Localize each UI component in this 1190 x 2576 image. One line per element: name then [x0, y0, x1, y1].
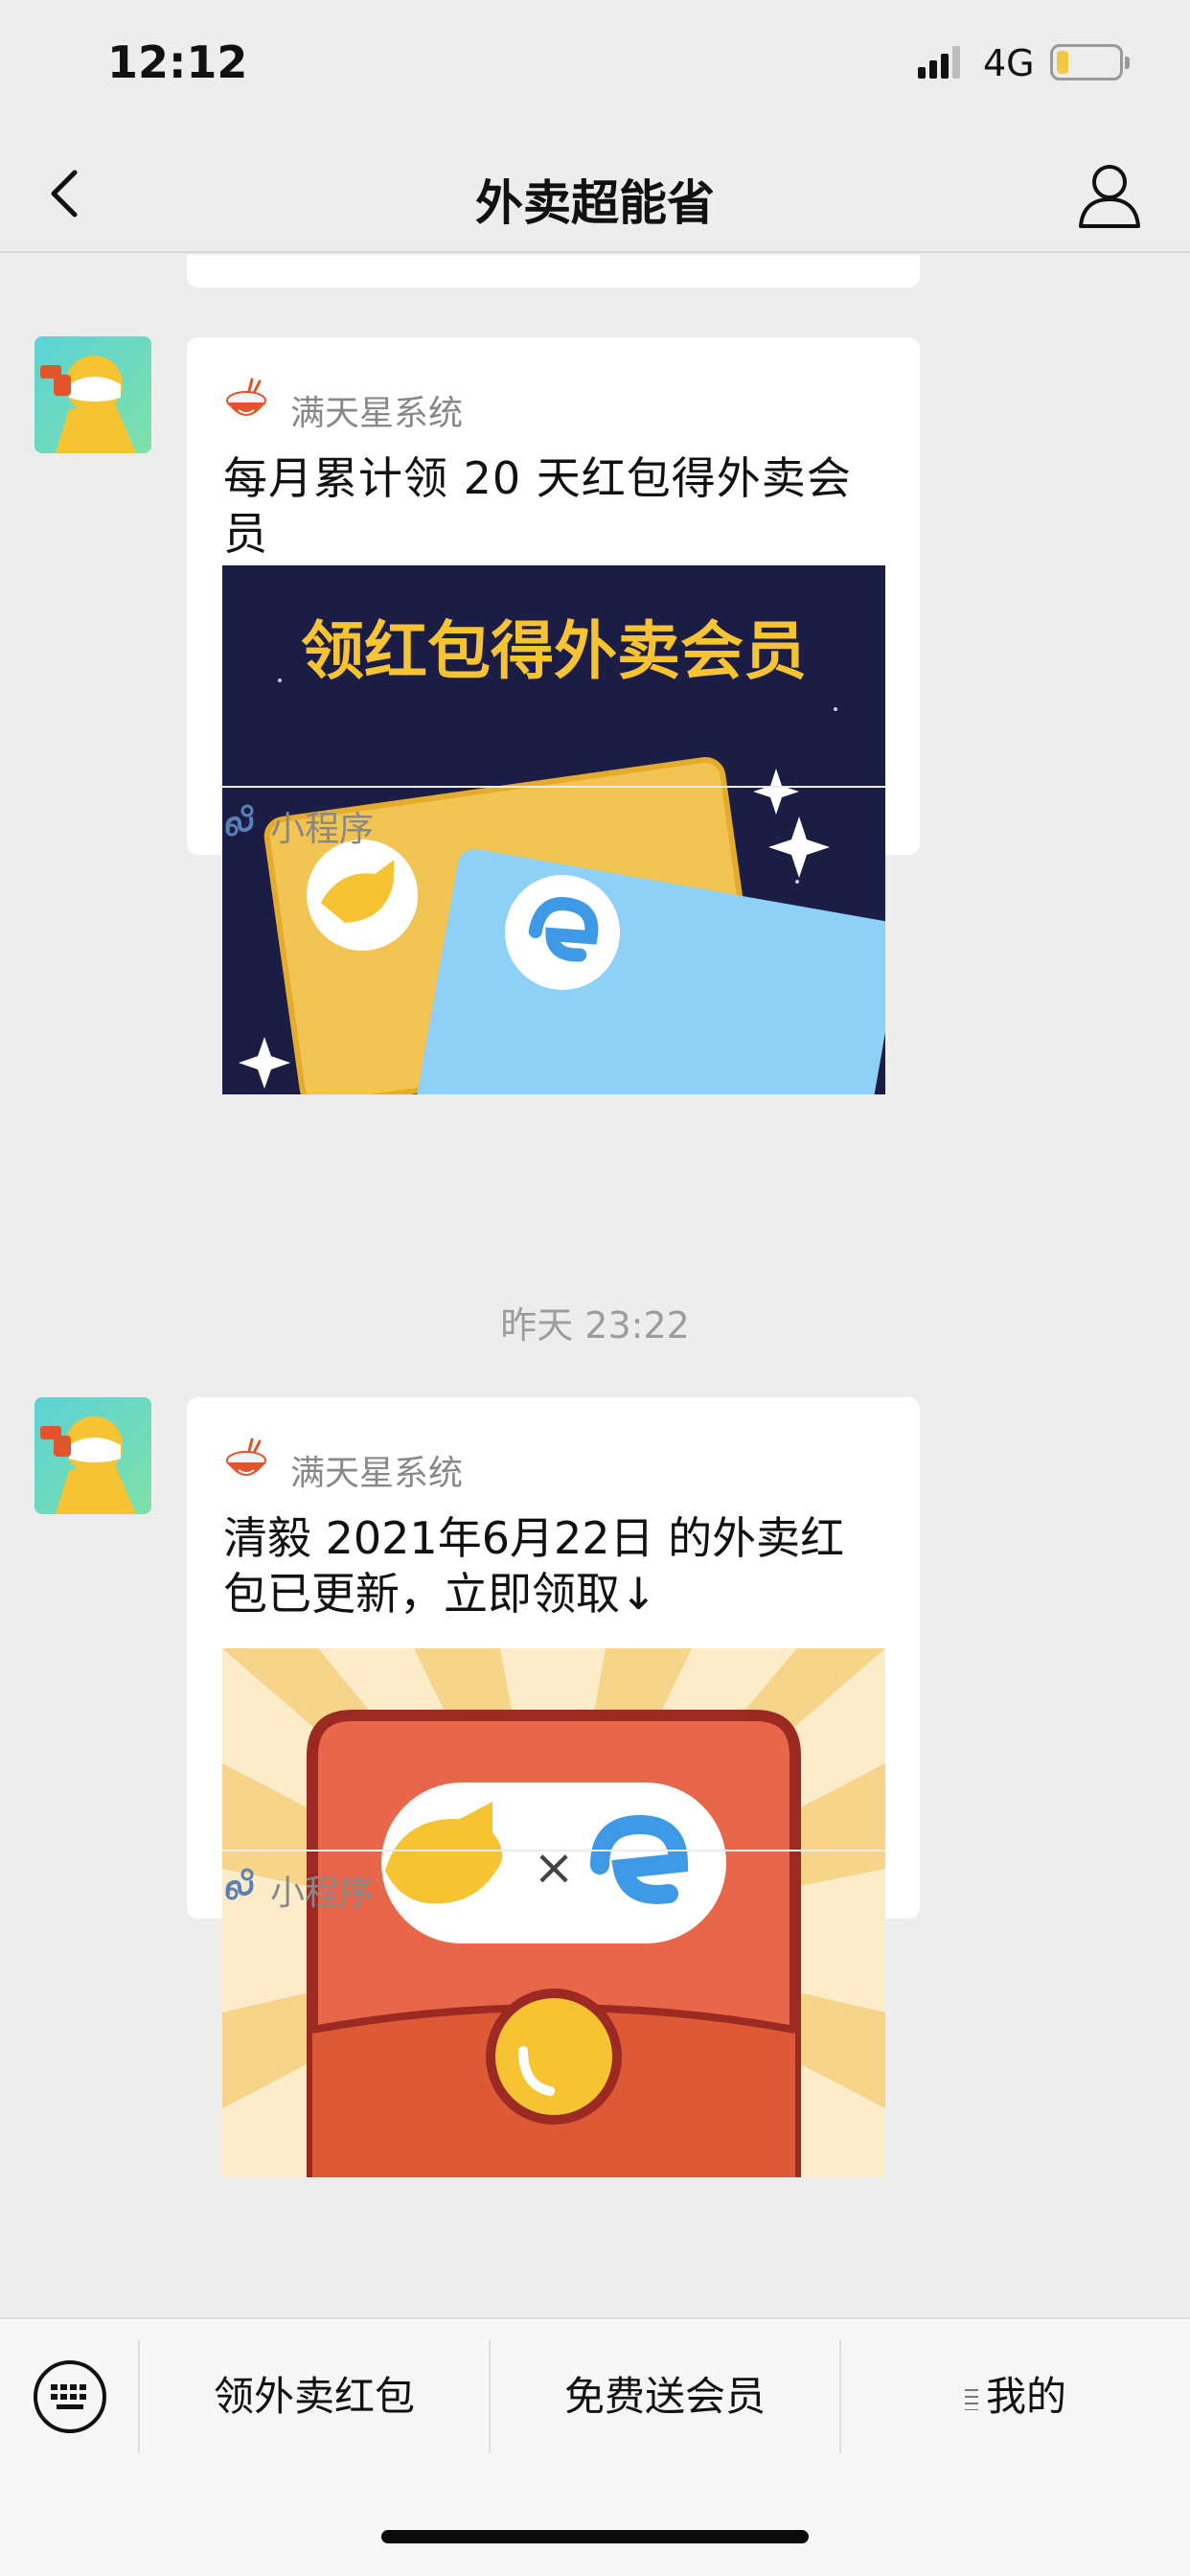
battery-level	[1057, 51, 1068, 74]
page-title: 外卖超能省	[475, 175, 715, 231]
miniprogram-card[interactable]: 满天星系统 清毅 2021年6月22日 的外卖红包已更新，立即领取↓ × 小程序	[187, 1397, 920, 2177]
previous-message-card[interactable]	[187, 255, 920, 288]
menu-item-mine[interactable]: 我的	[841, 2340, 1190, 2453]
bot-avatar[interactable]	[34, 336, 151, 453]
card-footer: 小程序	[222, 786, 885, 855]
user-icon[interactable]	[1073, 159, 1146, 232]
mini-program-label: 小程序	[270, 810, 375, 849]
message-timestamp: 昨天 23:22	[500, 1304, 690, 1346]
signal-icon	[918, 46, 960, 79]
miniprogram-card[interactable]: 满天星系统 每月累计领 20 天红包得外卖会员 领红包得外卖会员 小程序	[187, 337, 920, 1094]
courier-avatar-icon	[34, 336, 151, 453]
mini-program-label: 小程序	[270, 1874, 375, 1913]
keyboard-icon[interactable]	[31, 2358, 109, 2436]
chat-area[interactable]: 满天星系统 每月累计领 20 天红包得外卖会员 领红包得外卖会员 小程序 昨天 …	[0, 255, 1190, 2317]
courier-avatar-icon	[34, 1397, 151, 1514]
status-bar: 12:12 4G	[0, 0, 1190, 134]
network-label: 4G	[983, 42, 1035, 84]
nav-bar: 外卖超能省	[0, 134, 1190, 253]
submenu-icon	[964, 2388, 978, 2410]
card-title: 清毅 2021年6月22日 的外卖红包已更新，立即领取↓	[223, 1512, 845, 1620]
card-title: 每月累计领 20 天红包得外卖会员	[223, 452, 852, 560]
menu-item-mine-label: 我的	[985, 2373, 1066, 2420]
source-name: 满天星系统	[290, 1454, 464, 1493]
rice-bowl-icon	[226, 378, 266, 416]
menu-item-free-membership[interactable]: 免费送会员	[491, 2340, 839, 2453]
card-footer: 小程序	[222, 1850, 885, 1919]
menu-item-red-packet[interactable]: 领外卖红包	[140, 2340, 489, 2453]
source-name: 满天星系统	[290, 394, 464, 433]
rice-bowl-icon	[226, 1438, 266, 1476]
image-headline: 领红包得外卖会员	[301, 614, 807, 688]
home-indicator[interactable]	[381, 2530, 809, 2543]
mini-program-icon	[225, 1868, 254, 1900]
mini-program-icon	[225, 804, 254, 837]
status-time: 12:12	[107, 36, 248, 88]
battery-icon	[1050, 44, 1130, 80]
bot-avatar[interactable]	[34, 1397, 151, 1514]
